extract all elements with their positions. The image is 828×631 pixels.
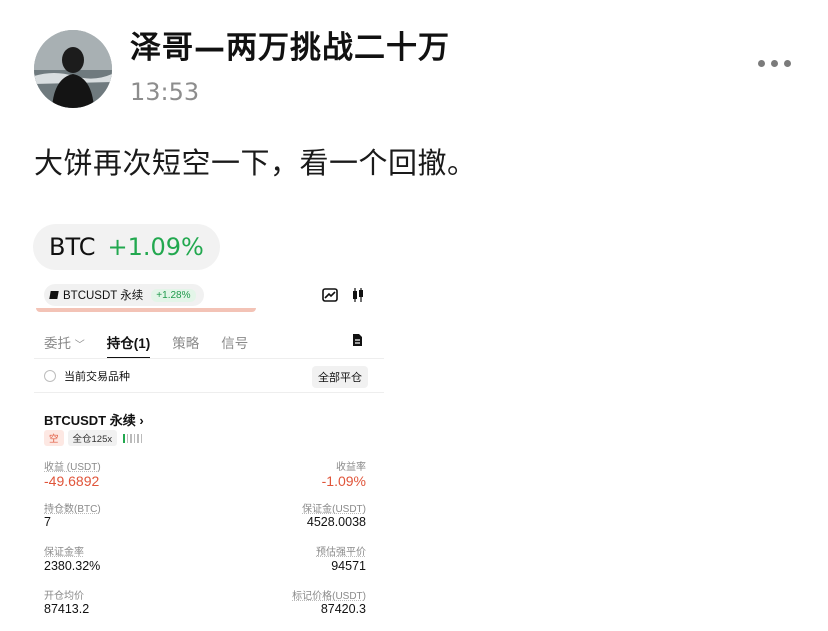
tab-bar: 委托 ﹀ 持仓(1) 策略 信号: [44, 332, 248, 359]
position-symbol-label: BTCUSDT 永续: [44, 413, 136, 428]
radio-button[interactable]: [44, 370, 56, 382]
size-label: 持仓数(BTC): [44, 504, 101, 515]
mark-price-label: 标记价格(USDT): [292, 591, 366, 602]
liq-price-value: 94571: [331, 559, 366, 573]
ticker-chip[interactable]: BTC +1.09%: [33, 224, 220, 270]
ticker-symbol: BTC: [49, 233, 96, 261]
post-text: 大饼再次短空一下，看一个回撤。: [34, 146, 477, 180]
roe-value: -1.09%: [321, 473, 366, 489]
entry-price-value: 87413.2: [44, 602, 90, 616]
tab-positions[interactable]: 持仓(1): [106, 332, 150, 359]
chevron-right-icon: ›: [139, 413, 144, 428]
chevron-down-icon: ﹀: [74, 340, 85, 351]
post-time: 13:53: [130, 78, 200, 106]
pair-pill: BTCUSDT 永续 +1.28%: [44, 284, 204, 306]
tab-orders[interactable]: 委托 ﹀: [44, 332, 85, 352]
divider: [34, 358, 384, 359]
position-screenshot[interactable]: BTCUSDT 永续 +1.28% 委托 ﹀ 持仓(1) 策略 信号 当前交易品…: [34, 278, 384, 631]
risk-bars-icon: [123, 433, 143, 443]
margin-label: 保证金(USDT): [302, 504, 366, 515]
tab-signals[interactable]: 信号: [221, 332, 248, 352]
ticker-change: +1.09%: [107, 233, 204, 261]
author-name[interactable]: 泽哥—两万挑战二十万: [130, 22, 450, 67]
tab-strategy[interactable]: 策略: [172, 332, 199, 352]
side-badge: 空: [44, 430, 64, 446]
avatar[interactable]: [34, 30, 112, 108]
margin-value: 4528.0038: [306, 515, 366, 529]
position-symbol[interactable]: BTCUSDT 永续 ›: [44, 410, 144, 429]
document-icon[interactable]: [352, 333, 363, 347]
divider: [34, 392, 384, 393]
pnl-value: -49.6892: [44, 473, 100, 489]
header-divider: [36, 308, 256, 312]
liq-price-label: 预估强平价: [316, 547, 366, 558]
mark-price-value: 87420.3: [320, 602, 366, 616]
tab-orders-label: 委托: [44, 336, 71, 351]
roe-label: 收益率: [336, 462, 366, 473]
margin-ratio-value: 2380.32%: [44, 559, 101, 573]
chart-icon: [322, 288, 338, 302]
entry-price-label: 开仓均价: [44, 591, 84, 602]
size-value: 7: [44, 515, 51, 529]
close-all-button[interactable]: 全部平仓: [312, 366, 368, 388]
pair-name: BTCUSDT 永续: [63, 290, 144, 302]
pair-logo-icon: [49, 291, 59, 299]
avatar-image: [34, 30, 112, 108]
pnl-label: 收益 (USDT): [44, 462, 101, 473]
pair-change: +1.28%: [151, 288, 196, 302]
filter-label: 当前交易品种: [64, 371, 130, 383]
leverage-badge: 全仓125x: [67, 430, 118, 446]
current-symbol-filter[interactable]: 当前交易品种: [44, 368, 130, 384]
more-icon[interactable]: [758, 60, 791, 67]
candlestick-icon: [353, 288, 363, 302]
position-tags: 空 全仓125x: [44, 430, 143, 446]
margin-ratio-label: 保证金率: [44, 547, 84, 558]
